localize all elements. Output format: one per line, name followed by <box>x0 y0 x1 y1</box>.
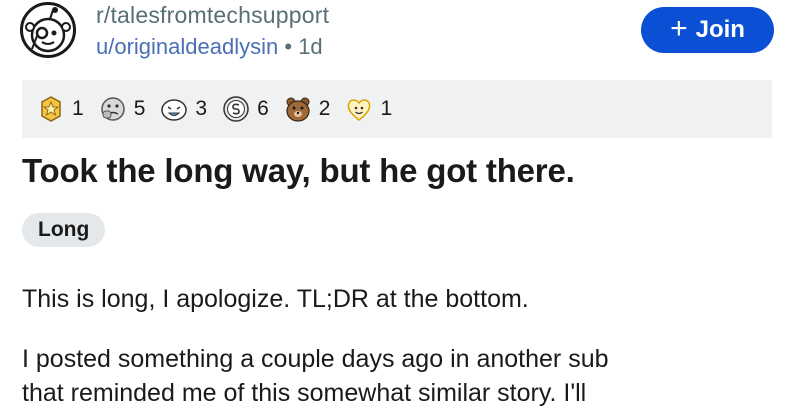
body-line: that reminded me of this somewhat simila… <box>22 379 587 407</box>
plus-icon: + <box>670 11 688 45</box>
thinking-face-award-icon <box>100 97 125 121</box>
post-flair[interactable]: Long <box>22 213 106 247</box>
meta-separator: • <box>284 34 293 59</box>
award-count: 1 <box>72 97 84 120</box>
award-count: 1 <box>380 97 393 120</box>
join-label: Join <box>695 16 745 43</box>
award-snoo-coin[interactable]: 6 <box>221 94 269 124</box>
author-link[interactable]: u/originaldeadlysin <box>96 34 278 59</box>
post-age: 1d <box>298 34 323 59</box>
award-gold-star[interactable]: 1 <box>36 94 84 124</box>
award-count: 3 <box>195 97 208 120</box>
gold-star-award-icon <box>41 96 61 122</box>
subreddit-avatar[interactable] <box>20 2 76 58</box>
award-wholesome[interactable]: 1 <box>344 94 392 124</box>
wholesome-heart-award-icon <box>348 99 371 121</box>
post-title[interactable]: Took the long way, but he got there. <box>22 152 575 190</box>
snoo-monocle-icon <box>25 7 71 53</box>
bear-face-award-icon <box>286 97 310 122</box>
subreddit-name[interactable]: r/talesfromtechsupport <box>96 2 329 29</box>
awards-bar[interactable]: 1 5 3 6 2 1 <box>22 80 772 138</box>
award-count: 6 <box>257 97 269 120</box>
award-count: 2 <box>318 97 331 120</box>
award-count: 5 <box>133 97 146 120</box>
snoo-coin-award-icon <box>223 96 249 122</box>
body-line: I posted something a couple days ago in … <box>22 345 609 373</box>
award-bear[interactable]: 2 <box>283 94 331 124</box>
post-body: This is long, I apologize. TL;DR at the … <box>22 282 782 410</box>
join-button[interactable]: + Join <box>641 7 774 53</box>
post-meta: u/originaldeadlysin • 1d <box>96 34 323 60</box>
award-thinking[interactable]: 5 <box>98 94 146 124</box>
body-paragraph: This is long, I apologize. TL;DR at the … <box>22 285 529 313</box>
award-laughing[interactable]: 3 <box>159 94 207 124</box>
post-header: r/talesfromtechsupport u/originaldeadlys… <box>0 0 800 78</box>
laughing-face-award-icon <box>161 99 188 121</box>
